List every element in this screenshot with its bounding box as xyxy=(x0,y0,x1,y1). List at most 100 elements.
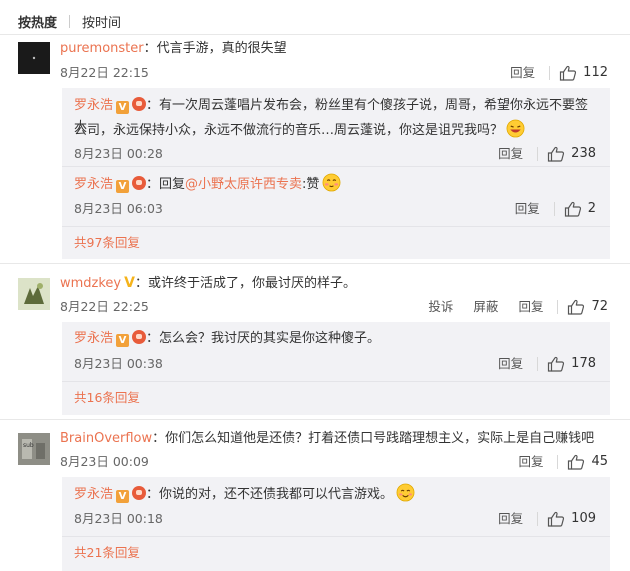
reply-divider xyxy=(62,381,610,382)
reply-button[interactable]: 回复 xyxy=(518,299,543,315)
reply-divider xyxy=(62,226,610,227)
svg-text:sub: sub xyxy=(23,442,34,449)
verified-badge-icon: V xyxy=(116,334,130,347)
action-divider xyxy=(537,357,539,371)
sort-by-hot-tab[interactable]: 按热度 xyxy=(18,12,57,31)
like-icon[interactable] xyxy=(564,201,582,217)
like-icon[interactable] xyxy=(547,356,565,372)
header-divider xyxy=(0,34,630,35)
avatar[interactable]: sub xyxy=(18,433,50,465)
like-count: 178 xyxy=(571,356,596,371)
reply-divider xyxy=(62,536,610,537)
like-count: 112 xyxy=(583,65,608,80)
action-divider xyxy=(549,66,551,80)
comment-thread: wmdzkey V：或许终于活成了，你最讨厌的样子。 8月22日 22:25 投诉… xyxy=(0,274,630,418)
comment-timestamp: 8月22日 22:15 xyxy=(60,65,149,80)
reply-timestamp: 8月23日 00:18 xyxy=(74,511,163,526)
action-divider xyxy=(537,512,539,526)
reply-timestamp: 8月23日 00:38 xyxy=(74,356,163,371)
reply-item: 罗永浩 V ：回复@小野太原许西专卖:赞 8月23日 06:03 回复 2 xyxy=(62,167,610,227)
report-button[interactable]: 投诉 xyxy=(428,299,453,315)
more-replies-link[interactable]: 共21条回复 xyxy=(74,545,140,561)
reply-box: 罗永浩 V ：有一次周云蓬唱片发布会，粉丝里有个傻孩子说，周哥，希望你永远不要签大 … xyxy=(62,88,610,259)
like-count: 45 xyxy=(591,454,608,469)
reply-username[interactable]: 罗永浩 xyxy=(74,487,113,502)
like-icon[interactable] xyxy=(567,454,585,470)
smile-emoji-icon xyxy=(396,483,415,502)
comment-timestamp: 8月22日 22:25 xyxy=(60,299,149,314)
verified-badge-icon: V xyxy=(116,490,130,503)
block-button[interactable]: 屏蔽 xyxy=(473,299,498,315)
reply-timestamp: 8月23日 06:03 xyxy=(74,201,163,216)
reply-username[interactable]: 罗永浩 xyxy=(74,98,113,113)
reply-text-cont: 公司，永远保持小众，永远不做流行的音乐…周云蓬说，你这是诅咒我吗？ xyxy=(74,123,504,138)
reply-button[interactable]: 回复 xyxy=(498,146,523,162)
action-divider xyxy=(553,202,555,216)
sort-by-time-tab[interactable]: 按时间 xyxy=(82,12,121,31)
thread-divider xyxy=(0,419,630,420)
fan-badge-icon xyxy=(132,97,147,111)
reply-line-1: 罗永浩 V ：你说的对，还不还债我都可以代言游戏。 xyxy=(74,483,598,506)
reply-username[interactable]: 罗永浩 xyxy=(74,331,113,346)
mention-link[interactable]: @小野太原许西专卖 xyxy=(185,177,302,192)
gold-v-icon: V xyxy=(124,275,135,291)
like-icon[interactable] xyxy=(547,511,565,527)
reply-button[interactable]: 回复 xyxy=(498,511,523,527)
verified-badge-icon: V xyxy=(116,101,130,114)
comment-line: puremonster：代言手游，真的很失望 xyxy=(60,40,616,58)
reply-line-1: 罗永浩 V ：回复@小野太原许西专卖:赞 xyxy=(74,173,598,196)
reply-box: 罗永浩 V ：怎么会？我讨厌的其实是你这种傻子。 8月23日 00:38 回复 17… xyxy=(62,322,610,415)
reply-button[interactable]: 回复 xyxy=(518,454,543,470)
reply-timestamp: 8月23日 00:28 xyxy=(74,146,163,161)
like-count: 2 xyxy=(587,201,596,216)
like-count: 238 xyxy=(571,146,596,161)
action-divider xyxy=(557,455,559,469)
like-icon[interactable] xyxy=(567,299,585,315)
comment-text: ：你们怎么知道他是还债？打着还债口号践踏理想主义，实际上是自己赚钱吧 xyxy=(152,431,595,446)
verified-badge-icon: V xyxy=(116,180,130,193)
like-count: 109 xyxy=(571,511,596,526)
more-replies-link[interactable]: 共97条回复 xyxy=(74,235,140,251)
reply-actions: 回复 238 xyxy=(498,146,596,162)
thread-divider xyxy=(0,263,630,264)
comment-thread: puremonster：代言手游，真的很失望 8月22日 22:15 回复 11… xyxy=(0,40,630,268)
fan-badge-icon xyxy=(132,330,147,344)
username[interactable]: puremonster xyxy=(60,41,144,56)
comment-timestamp: 8月23日 00:09 xyxy=(60,454,149,469)
username[interactable]: BrainOverflow xyxy=(60,431,152,446)
reply-text: ：你说的对，还不还债我都可以代言游戏。 xyxy=(146,487,394,502)
action-divider xyxy=(537,147,539,161)
reply-button[interactable]: 回复 xyxy=(515,201,540,217)
avatar[interactable] xyxy=(18,278,50,310)
shy-emoji-icon xyxy=(323,173,341,192)
reply-username[interactable]: 罗永浩 xyxy=(74,177,113,192)
like-icon[interactable] xyxy=(547,146,565,162)
comment-actions: 投诉 屏蔽 回复 72 xyxy=(428,299,608,315)
fan-badge-icon xyxy=(132,176,147,190)
reply-item: 罗永浩 V ：怎么会？我讨厌的其实是你这种傻子。 8月23日 00:38 回复 17… xyxy=(62,322,610,382)
reply-box: 罗永浩 V ：你说的对，还不还债我都可以代言游戏。 8月23日 00:18 回复 1… xyxy=(62,477,610,571)
more-replies-link[interactable]: 共16条回复 xyxy=(74,390,140,406)
reply-item: 罗永浩 V ：你说的对，还不还债我都可以代言游戏。 8月23日 00:18 回复 1… xyxy=(62,477,610,537)
reply-button[interactable]: 回复 xyxy=(510,65,535,81)
comment-thread: sub BrainOverflow：你们怎么知道他是还债？打着还债口号践踏理想主… xyxy=(0,430,630,571)
reply-actions: 回复 178 xyxy=(498,356,596,372)
fan-badge-icon xyxy=(132,486,147,500)
laugh-emoji-icon xyxy=(506,119,525,138)
sort-divider xyxy=(69,14,71,28)
action-divider xyxy=(557,300,559,314)
sort-bar: 按热度 按时间 xyxy=(18,12,121,31)
reply-suffix: :赞 xyxy=(302,177,320,192)
reply-button[interactable]: 回复 xyxy=(498,356,523,372)
reply-prefix: ：回复 xyxy=(146,177,186,192)
comment-line: wmdzkey V：或许终于活成了，你最讨厌的样子。 xyxy=(60,274,616,293)
reply-actions: 回复 2 xyxy=(515,201,596,217)
username[interactable]: wmdzkey xyxy=(60,276,121,291)
comment-actions: 回复 45 xyxy=(518,454,608,470)
reply-text: ：怎么会？我讨厌的其实是你这种傻子。 xyxy=(146,331,381,346)
comment-text: ：或许终于活成了，你最讨厌的样子。 xyxy=(134,276,356,291)
like-count: 72 xyxy=(591,299,608,314)
like-icon[interactable] xyxy=(559,65,577,81)
comment-actions: 回复 112 xyxy=(510,65,608,81)
avatar[interactable] xyxy=(18,42,50,74)
